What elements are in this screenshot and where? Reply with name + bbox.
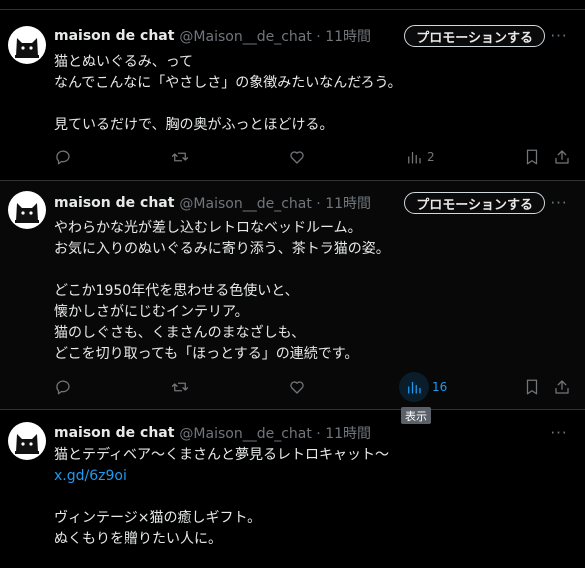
views-button[interactable]: 16 (399, 372, 448, 402)
bookmark-icon (526, 149, 538, 165)
reply-icon (56, 380, 70, 395)
like-icon (290, 151, 304, 164)
retweet-icon (171, 382, 189, 392)
promote-button[interactable]: プロモーションする (404, 192, 545, 214)
handle-time[interactable]: @Maison__de_chat · 11時間 (179, 26, 371, 46)
tweet-line (54, 260, 544, 281)
tweet-line: やわらかな光が差し込むレトロなベッドルーム。 (54, 220, 362, 236)
username[interactable]: maison de chat (54, 195, 174, 211)
bookmark-button[interactable] (523, 375, 541, 399)
views-icon (408, 381, 421, 394)
tweet-text: 猫とぬいぐるみ、って なんでこんなに「やさしさ」の象徴みたいなんだろう。 見てい… (54, 52, 544, 136)
retweet-icon (171, 152, 189, 162)
handle-time[interactable]: @Maison__de_chat · 11時間 (179, 423, 371, 443)
tweet-line: ぬくもりを贈りたい人に。 (54, 531, 222, 547)
bookmark-button[interactable] (523, 145, 541, 169)
tweet-line: 懐かしさがにじむインテリア。 (54, 304, 249, 320)
tweet-line (54, 94, 544, 115)
views-tooltip: 表示 (401, 407, 431, 424)
bookmark-icon (526, 379, 538, 395)
tweet-line: どこを切り取っても「ほっとする」の連続です。 (54, 346, 359, 362)
tweet-3[interactable]: maison de chat @Maison__de_chat · 11時間 ·… (0, 410, 585, 568)
share-icon (555, 150, 569, 164)
tweet-header: maison de chat @Maison__de_chat · 11時間 (54, 193, 371, 213)
promote-button[interactable]: プロモーションする (404, 25, 545, 47)
avatar[interactable] (8, 26, 46, 64)
views-button[interactable]: 2 (405, 145, 435, 169)
username[interactable]: maison de chat (54, 425, 174, 441)
views-count: 2 (427, 150, 435, 164)
reply-button[interactable] (54, 375, 72, 399)
more-icon[interactable]: ··· (549, 193, 569, 213)
tweet-actions: 16 (0, 372, 585, 402)
cat-logo-icon (15, 38, 39, 58)
top-divider (0, 0, 585, 10)
like-icon (290, 381, 304, 394)
like-button[interactable] (288, 375, 306, 399)
tweet-text: やわらかな光が差し込むレトロなベッドルーム。 お気に入りのぬいぐるみに寄り添う、… (54, 218, 544, 365)
tweet-actions: 2 (0, 145, 585, 169)
cat-logo-icon (15, 434, 39, 454)
views-hover-circle (399, 372, 429, 402)
tweet-header: maison de chat @Maison__de_chat · 11時間 (54, 26, 371, 46)
reply-icon (56, 150, 70, 165)
tweet-line (54, 487, 544, 508)
retweet-button[interactable] (171, 145, 189, 169)
tweet-line: 猫とぬいぐるみ、って (54, 54, 194, 70)
tweet-line: 猫とテディベア〜くまさんと夢見るレトロキャット〜 (54, 447, 390, 463)
views-icon (408, 151, 421, 164)
tweet-line: 猫のしぐさも、くまさんのまなざしも、 (54, 325, 306, 341)
tweet-line: お気に入りのぬいぐるみに寄り添う、茶トラ猫の姿。 (54, 241, 390, 257)
share-icon (555, 380, 569, 394)
views-count: 16 (432, 380, 448, 394)
avatar[interactable] (8, 422, 46, 460)
reply-button[interactable] (54, 145, 72, 169)
like-button[interactable] (288, 145, 306, 169)
cat-logo-icon (15, 203, 39, 223)
avatar[interactable] (8, 191, 46, 229)
tweet-line: どこか1950年代を思わせる色使いと、 (54, 283, 299, 299)
tweet-text: 猫とテディベア〜くまさんと夢見るレトロキャット〜 x.gd/6z9oi ヴィンテ… (54, 445, 544, 550)
more-icon[interactable]: ··· (549, 423, 569, 443)
retweet-button[interactable] (171, 375, 189, 399)
username[interactable]: maison de chat (54, 28, 174, 44)
tweet-2[interactable]: maison de chat @Maison__de_chat · 11時間 プ… (0, 181, 585, 410)
tweet-line: ヴィンテージ×猫の癒しギフト。 (54, 510, 262, 526)
tweet-header: maison de chat @Maison__de_chat · 11時間 (54, 423, 371, 443)
tweet-line: 見ているだけで、胸の奥がふっとほどける。 (54, 117, 334, 133)
share-button[interactable] (553, 375, 571, 399)
tweet-line: なんでこんなに「やさしさ」の象徴みたいなんだろう。 (54, 75, 402, 91)
tweet-link[interactable]: x.gd/6z9oi (54, 466, 544, 487)
share-button[interactable] (553, 145, 571, 169)
more-icon[interactable]: ··· (549, 26, 569, 46)
tweet-1[interactable]: maison de chat @Maison__de_chat · 11時間 プ… (0, 10, 585, 181)
handle-time[interactable]: @Maison__de_chat · 11時間 (179, 193, 371, 213)
